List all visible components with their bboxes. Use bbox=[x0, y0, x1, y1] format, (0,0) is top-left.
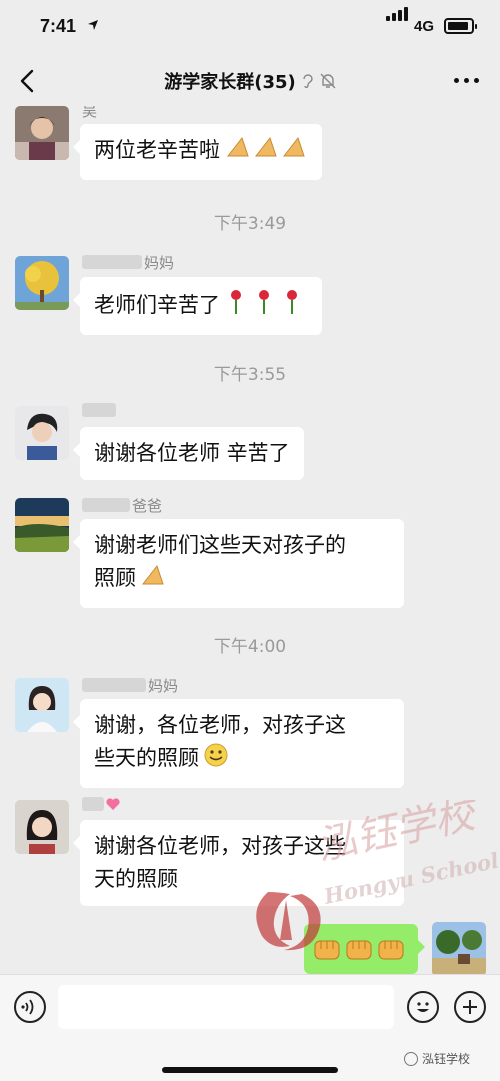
message-bubble[interactable]: 老师们辛苦了 bbox=[73, 277, 322, 335]
message-bubble[interactable]: 谢谢各位老师，对孩子这些 天的照顾 bbox=[73, 820, 404, 906]
message-text: 谢谢各位老师 辛苦了 bbox=[94, 441, 290, 465]
sender-name: 妈妈 bbox=[82, 252, 174, 273]
wechat-logo-icon bbox=[404, 1051, 418, 1066]
mute-bell-icon bbox=[320, 73, 336, 89]
voice-icon[interactable] bbox=[14, 991, 46, 1023]
heart-icon bbox=[106, 798, 120, 810]
praying-hands-icon bbox=[224, 134, 308, 170]
timestamp: 下午3:55 bbox=[213, 365, 287, 385]
message-text-line: 谢谢，各位老师，对孩子这 bbox=[94, 713, 346, 737]
network-label: 4G bbox=[414, 18, 435, 35]
message-bubble[interactable]: 谢谢老师们这些天对孩子的 照顾 bbox=[73, 519, 404, 608]
more-options-icon[interactable] bbox=[454, 78, 480, 84]
timestamp: 下午4:00 bbox=[213, 637, 287, 657]
message-text: 两位老辛苦啦 bbox=[94, 138, 220, 162]
location-arrow-icon bbox=[88, 20, 98, 30]
battery-icon bbox=[444, 18, 477, 34]
my-avatar[interactable] bbox=[432, 922, 486, 974]
status-time: 7:41 bbox=[40, 16, 77, 36]
message-bubble[interactable]: 谢谢各位老师 辛苦了 bbox=[73, 427, 304, 480]
message-list[interactable]: 吴 两位老辛苦啦 下午3:49 妈妈 老师们辛苦了 下午3:55 谢谢各位老师 … bbox=[0, 106, 500, 974]
praying-hands-icon bbox=[140, 562, 166, 598]
status-bar: 7:41 4G bbox=[0, 0, 500, 56]
emoji-icon[interactable] bbox=[407, 991, 439, 1023]
smiley-icon bbox=[203, 742, 229, 778]
source-badge: 泓钰学校 bbox=[404, 1050, 470, 1067]
chat-title: 游学家长群(35) bbox=[164, 72, 296, 93]
message-text-line: 天的照顾 bbox=[94, 867, 178, 891]
ear-icon bbox=[303, 74, 313, 89]
sender-name bbox=[82, 402, 118, 420]
message-text-line: 照顾 bbox=[94, 566, 136, 590]
my-message-bubble[interactable] bbox=[304, 924, 425, 974]
timestamp: 下午3:49 bbox=[213, 214, 287, 234]
avatar[interactable] bbox=[15, 256, 69, 310]
message-bubble[interactable]: 两位老辛苦啦 bbox=[73, 124, 322, 180]
avatar[interactable] bbox=[15, 800, 69, 854]
message-text-line: 谢谢老师们这些天对孩子的 bbox=[94, 533, 346, 557]
avatar[interactable] bbox=[15, 678, 69, 732]
avatar[interactable] bbox=[15, 406, 69, 460]
source-label: 泓钰学校 bbox=[422, 1052, 471, 1066]
chat-header: 游学家长群(35) bbox=[0, 56, 500, 106]
message-text-line: 些天的照顾 bbox=[94, 746, 199, 770]
sender-name: 妈妈 bbox=[82, 675, 178, 696]
fist-icon bbox=[314, 940, 404, 960]
avatar[interactable] bbox=[15, 498, 69, 552]
message-text-line: 谢谢各位老师，对孩子这些 bbox=[94, 834, 346, 858]
message-bubble[interactable]: 谢谢，各位老师，对孩子这 些天的照顾 bbox=[73, 699, 404, 788]
avatar[interactable] bbox=[15, 106, 69, 160]
message-input[interactable] bbox=[58, 985, 394, 1029]
message-text: 老师们辛苦了 bbox=[94, 293, 220, 317]
rose-icon bbox=[224, 287, 308, 325]
home-indicator bbox=[162, 1067, 338, 1073]
sender-name bbox=[82, 796, 120, 814]
sender-name: 爸爸 bbox=[82, 495, 162, 516]
sender-name: 吴 bbox=[82, 106, 98, 120]
plus-icon[interactable] bbox=[454, 991, 486, 1023]
